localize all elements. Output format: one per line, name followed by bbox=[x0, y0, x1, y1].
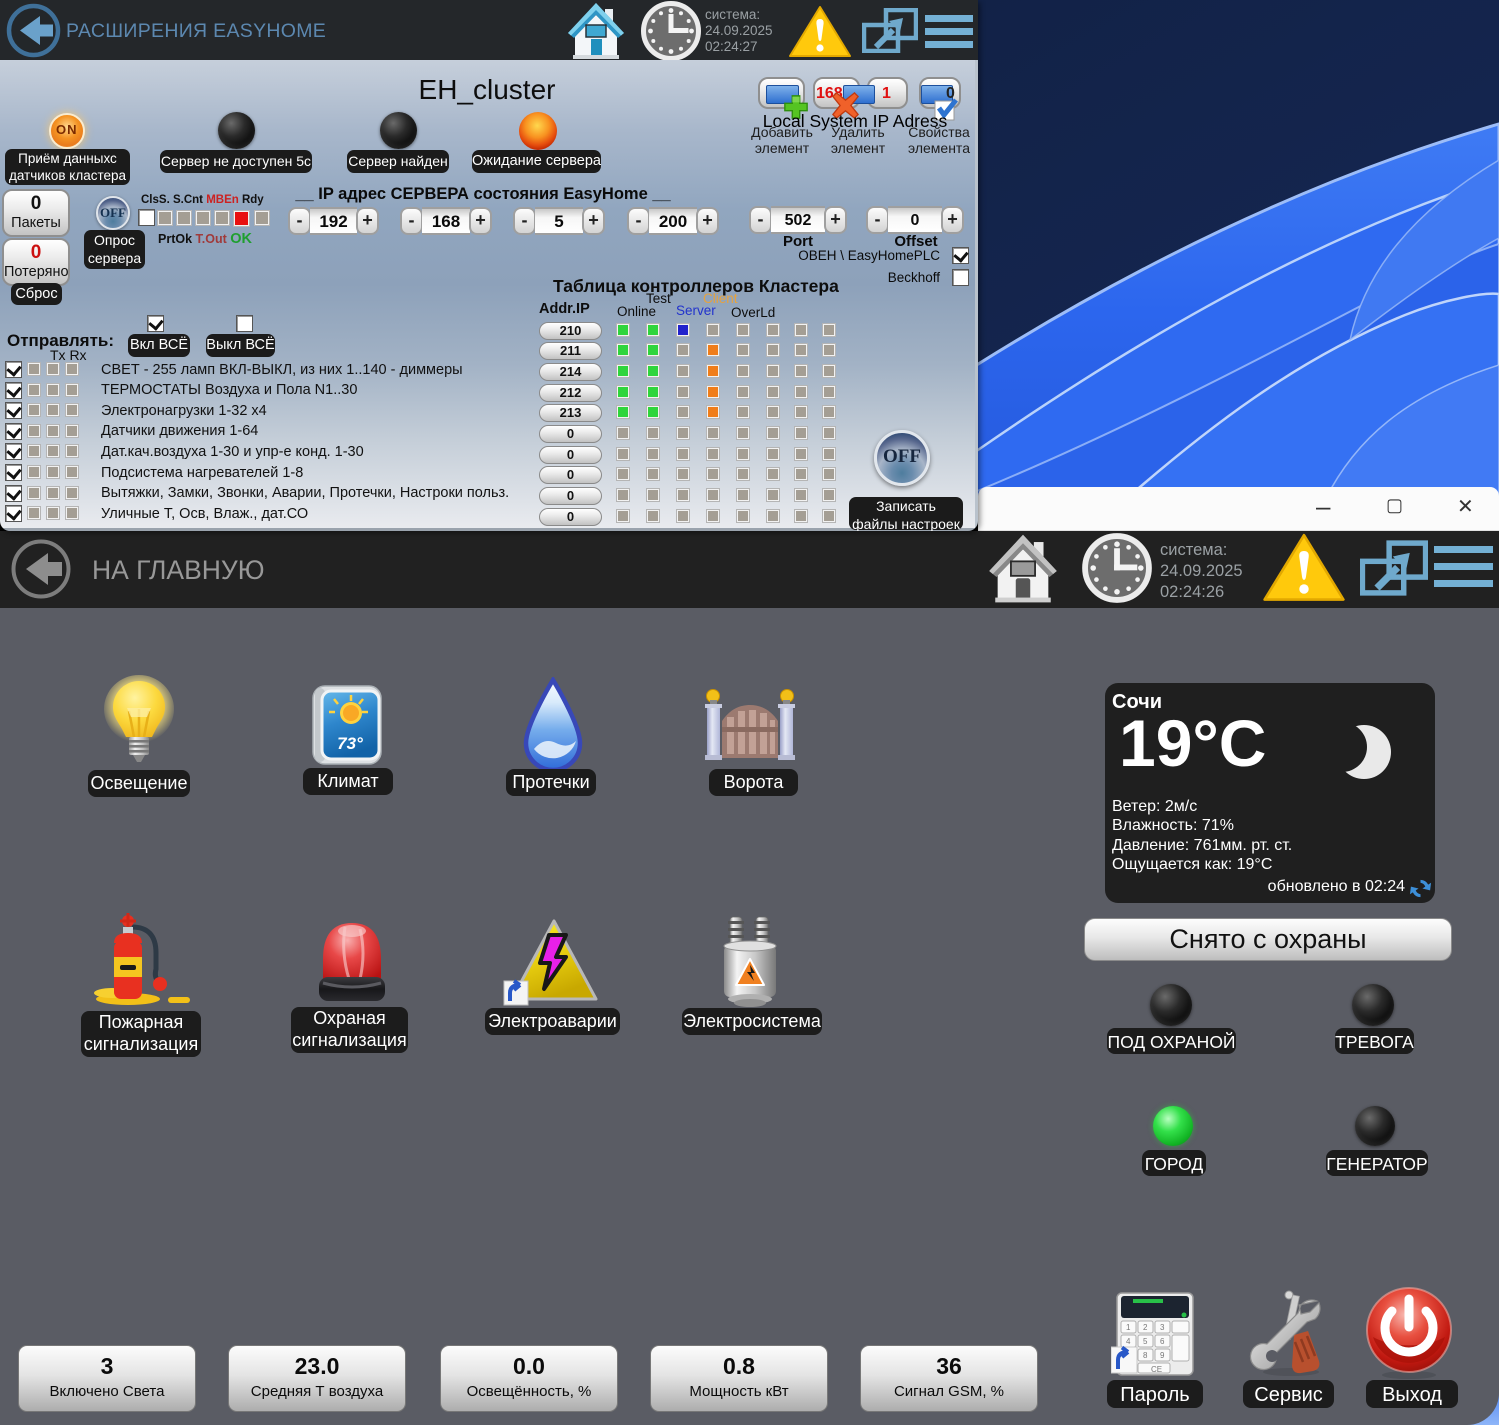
svg-text:6: 6 bbox=[1160, 1337, 1165, 1346]
svg-text:1: 1 bbox=[1126, 1323, 1131, 1332]
svg-text:3: 3 bbox=[1160, 1323, 1165, 1332]
svg-text:73°: 73° bbox=[337, 734, 363, 753]
svg-text:4: 4 bbox=[1126, 1337, 1131, 1346]
svg-text:5: 5 bbox=[1143, 1337, 1148, 1346]
svg-text:CE: CE bbox=[1151, 1365, 1162, 1374]
svg-text:9: 9 bbox=[1160, 1351, 1165, 1360]
svg-text:8: 8 bbox=[1143, 1351, 1148, 1360]
svg-text:2: 2 bbox=[1143, 1323, 1148, 1332]
